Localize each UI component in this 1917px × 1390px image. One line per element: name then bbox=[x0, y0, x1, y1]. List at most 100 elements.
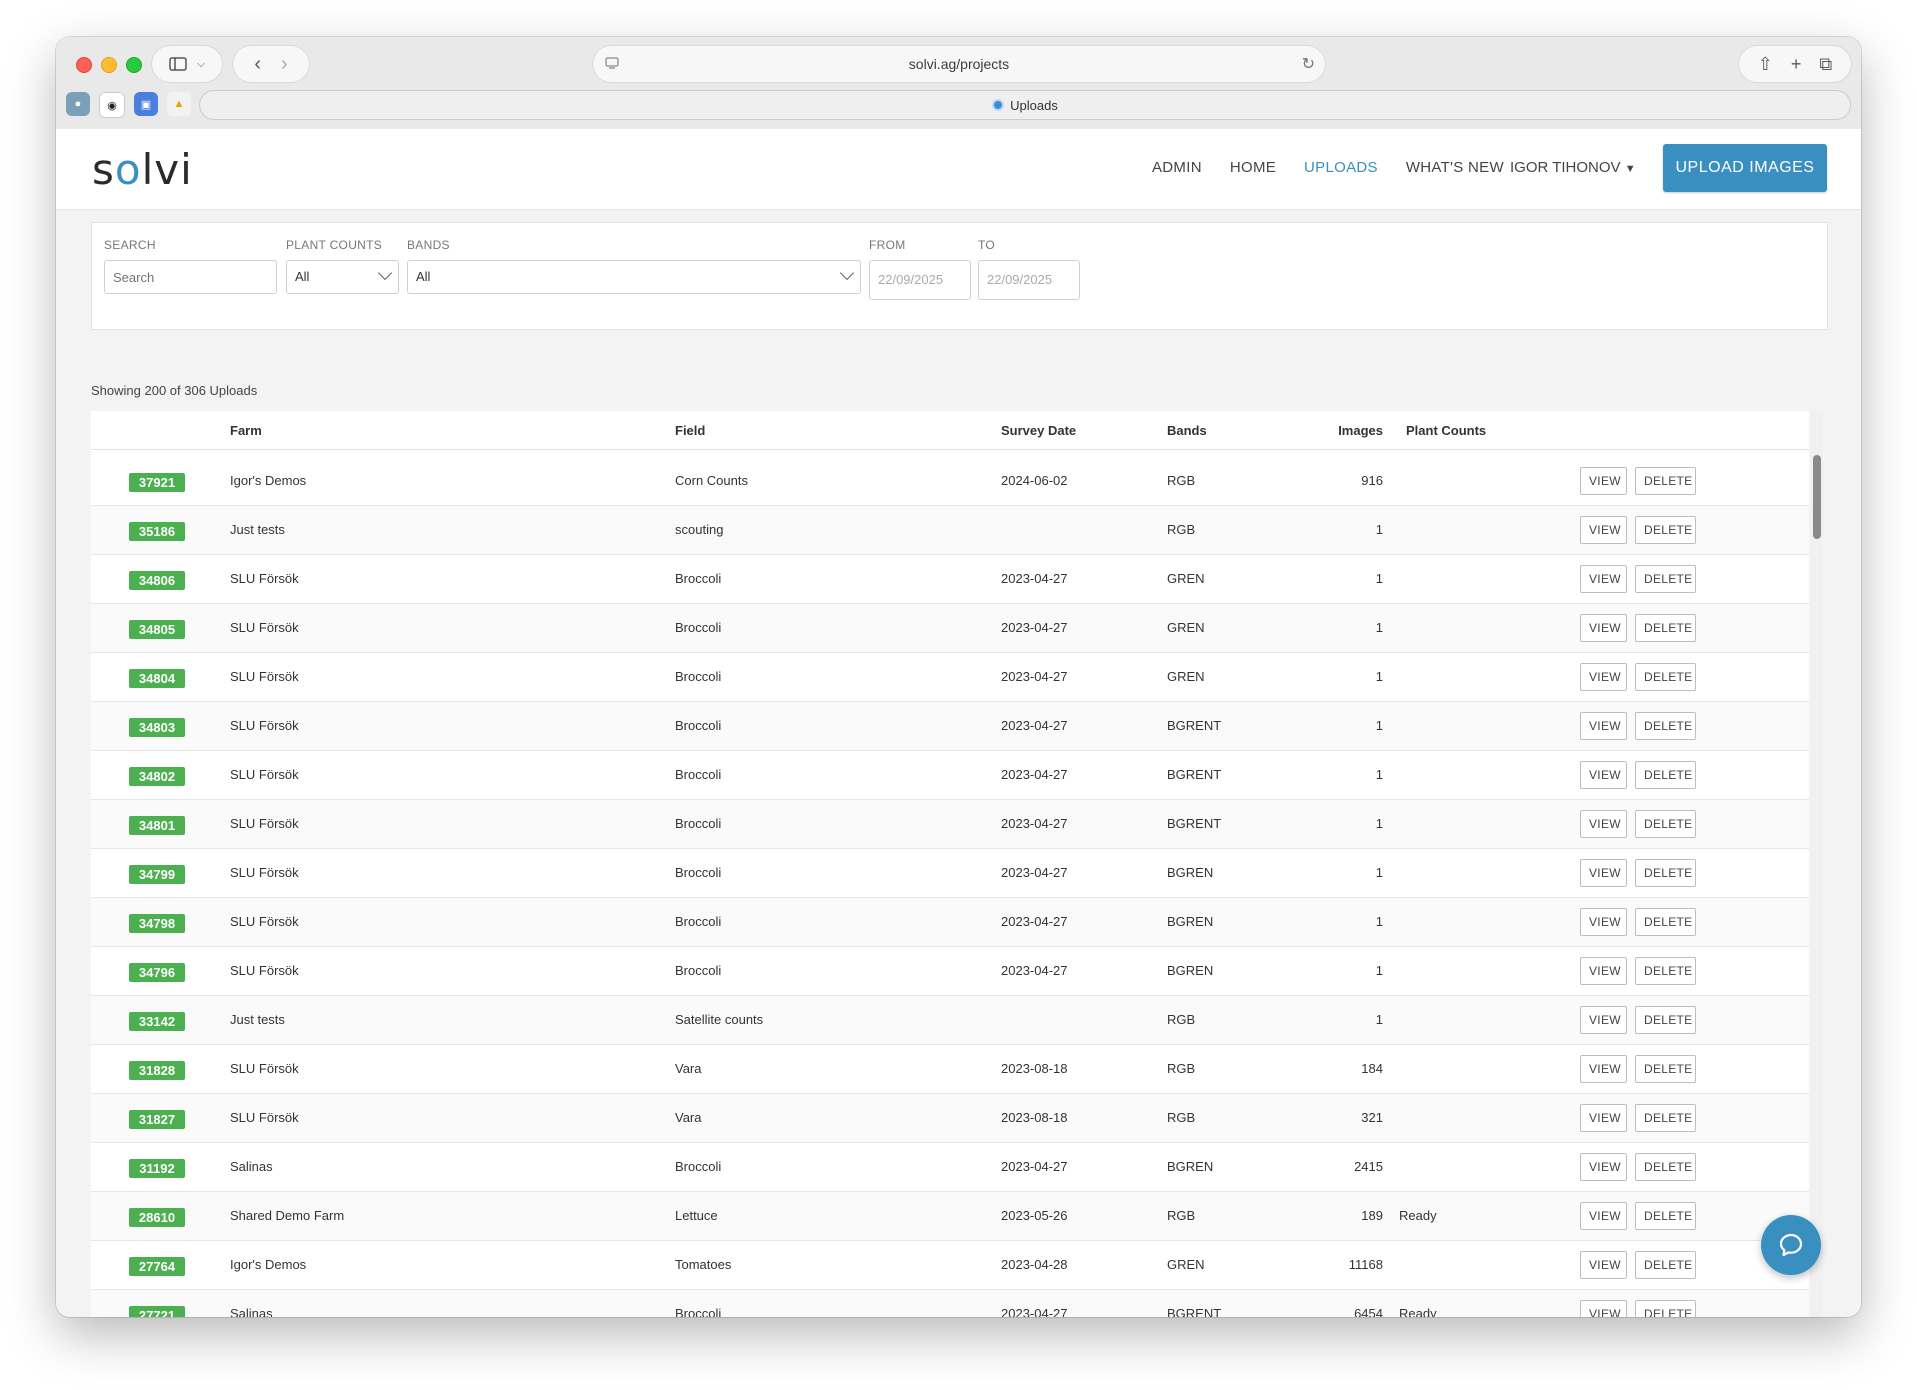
view-button[interactable]: VIEW bbox=[1580, 761, 1627, 789]
search-input[interactable] bbox=[104, 260, 277, 294]
view-button[interactable]: VIEW bbox=[1580, 1251, 1627, 1279]
field-cell: Satellite counts bbox=[675, 1012, 764, 1027]
delete-button[interactable]: DELETE bbox=[1635, 859, 1696, 887]
upload-id-badge: 34802 bbox=[129, 767, 185, 786]
view-button[interactable]: VIEW bbox=[1580, 1006, 1627, 1034]
bands-cell: RGB bbox=[1167, 1208, 1196, 1223]
table-body: 37921 Igor's Demos Corn Counts 2024-06-02 RG… bbox=[91, 457, 1809, 1317]
delete-button[interactable]: DELETE bbox=[1635, 810, 1696, 838]
support-chat-button[interactable] bbox=[1761, 1215, 1821, 1275]
new-tab-icon[interactable]: + bbox=[1791, 54, 1802, 75]
column-plant-counts[interactable]: Plant Counts bbox=[1406, 423, 1486, 438]
view-button[interactable]: VIEW bbox=[1580, 1104, 1627, 1132]
forward-icon[interactable]: › bbox=[281, 53, 288, 76]
user-menu[interactable]: IGOR TIHONOV ▼ bbox=[1510, 159, 1636, 176]
view-button[interactable]: VIEW bbox=[1580, 1055, 1627, 1083]
field-cell: Broccoli bbox=[675, 1159, 722, 1174]
delete-button[interactable]: DELETE bbox=[1635, 614, 1696, 642]
nav-uploads[interactable]: UPLOADS bbox=[1304, 159, 1378, 176]
upload-images-button[interactable]: UPLOAD IMAGES bbox=[1663, 144, 1827, 192]
delete-button[interactable]: DELETE bbox=[1635, 908, 1696, 936]
share-icon[interactable]: ⇧ bbox=[1758, 54, 1773, 75]
view-button[interactable]: VIEW bbox=[1580, 1202, 1627, 1230]
upload-id-badge: 31192 bbox=[129, 1159, 185, 1178]
solvi-logo[interactable]: solvi bbox=[92, 145, 193, 194]
survey-date-cell: 2023-08-18 bbox=[1001, 1110, 1068, 1125]
field-cell: Broccoli bbox=[675, 816, 722, 831]
upload-id-badge: 34799 bbox=[129, 865, 185, 884]
view-button[interactable]: VIEW bbox=[1580, 810, 1627, 838]
bands-cell: RGB bbox=[1167, 1061, 1196, 1076]
close-window-button[interactable] bbox=[76, 57, 92, 73]
github-icon[interactable]: ◉ bbox=[99, 92, 125, 118]
column-survey-date[interactable]: Survey Date bbox=[1001, 423, 1076, 438]
survey-date-cell: 2024-06-02 bbox=[1001, 473, 1068, 488]
delete-button[interactable]: DELETE bbox=[1635, 565, 1696, 593]
delete-button[interactable]: DELETE bbox=[1635, 1300, 1696, 1317]
delete-button[interactable]: DELETE bbox=[1635, 663, 1696, 691]
survey-date-cell: 2023-04-27 bbox=[1001, 767, 1068, 782]
column-images[interactable]: Images bbox=[1291, 423, 1383, 438]
column-field[interactable]: Field bbox=[675, 423, 705, 438]
site-settings-icon[interactable] bbox=[605, 56, 619, 70]
bands-cell: BGRENT bbox=[1167, 718, 1222, 733]
bands-cell: GREN bbox=[1167, 1257, 1205, 1272]
to-date-input[interactable]: 22/09/2025 bbox=[978, 260, 1080, 300]
nav-admin[interactable]: ADMIN bbox=[1152, 159, 1202, 176]
farm-cell: Shared Demo Farm bbox=[230, 1208, 345, 1223]
delete-button[interactable]: DELETE bbox=[1635, 1153, 1696, 1181]
view-button[interactable]: VIEW bbox=[1580, 957, 1627, 985]
delete-button[interactable]: DELETE bbox=[1635, 1055, 1696, 1083]
caret-down-icon: ▼ bbox=[1624, 163, 1636, 175]
nav-home[interactable]: HOME bbox=[1230, 159, 1276, 176]
from-date-input[interactable]: 22/09/2025 bbox=[869, 260, 971, 300]
minimize-window-button[interactable] bbox=[101, 57, 117, 73]
view-button[interactable]: VIEW bbox=[1580, 1300, 1627, 1317]
bands-cell: RGB bbox=[1167, 1012, 1196, 1027]
view-button[interactable]: VIEW bbox=[1580, 516, 1627, 544]
delete-button[interactable]: DELETE bbox=[1635, 712, 1696, 740]
delete-button[interactable]: DELETE bbox=[1635, 761, 1696, 789]
view-button[interactable]: VIEW bbox=[1580, 663, 1627, 691]
reload-icon[interactable]: ↻ bbox=[1302, 54, 1315, 74]
scrollbar-thumb[interactable] bbox=[1813, 455, 1821, 539]
images-cell: 189 bbox=[1361, 1208, 1383, 1223]
view-button[interactable]: VIEW bbox=[1580, 908, 1627, 936]
tab-overview-icon[interactable]: ⧉ bbox=[1819, 54, 1832, 75]
nav-whats-new[interactable]: WHAT'S NEW bbox=[1406, 159, 1504, 176]
column-farm[interactable]: Farm bbox=[230, 423, 262, 438]
view-button[interactable]: VIEW bbox=[1580, 712, 1627, 740]
column-bands[interactable]: Bands bbox=[1167, 423, 1207, 438]
maximize-window-button[interactable] bbox=[126, 57, 142, 73]
delete-button[interactable]: DELETE bbox=[1635, 957, 1696, 985]
address-bar[interactable]: solvi.ag/projects ↻ bbox=[593, 46, 1325, 82]
farm-cell: Just tests bbox=[230, 1012, 285, 1027]
view-button[interactable]: VIEW bbox=[1580, 859, 1627, 887]
field-cell: Vara bbox=[675, 1110, 702, 1125]
uploads-table: Farm Field Survey Date Bands Images Plan… bbox=[91, 411, 1809, 1317]
pinned-tab-icon[interactable]: ● bbox=[66, 92, 90, 116]
calendar-icon[interactable]: ▣ bbox=[134, 92, 158, 116]
view-button[interactable]: VIEW bbox=[1580, 467, 1627, 495]
bands-cell: BGREN bbox=[1167, 1159, 1214, 1174]
drive-icon[interactable]: ▲ bbox=[167, 92, 191, 116]
table-scrollbar[interactable] bbox=[1811, 411, 1823, 1317]
delete-button[interactable]: DELETE bbox=[1635, 1104, 1696, 1132]
view-button[interactable]: VIEW bbox=[1580, 1153, 1627, 1181]
delete-button[interactable]: DELETE bbox=[1635, 1251, 1696, 1279]
survey-date-cell: 2023-04-27 bbox=[1001, 571, 1068, 586]
delete-button[interactable]: DELETE bbox=[1635, 1202, 1696, 1230]
delete-button[interactable]: DELETE bbox=[1635, 467, 1696, 495]
upload-id-badge: 31827 bbox=[129, 1110, 185, 1129]
plant-counts-select[interactable]: All bbox=[286, 260, 399, 294]
back-icon[interactable]: ‹ bbox=[254, 53, 261, 76]
view-button[interactable]: VIEW bbox=[1580, 614, 1627, 642]
bands-select[interactable]: All bbox=[407, 260, 861, 294]
delete-button[interactable]: DELETE bbox=[1635, 516, 1696, 544]
view-button[interactable]: VIEW bbox=[1580, 565, 1627, 593]
table-row: 31827 SLU Försök Vara 2023-08-18 RGB 321 VIEW D… bbox=[91, 1094, 1809, 1143]
sidebar-toggle-button[interactable]: ⌵ bbox=[152, 46, 222, 82]
delete-button[interactable]: DELETE bbox=[1635, 1006, 1696, 1034]
survey-date-cell: 2023-08-18 bbox=[1001, 1061, 1068, 1076]
active-tab[interactable]: Uploads bbox=[200, 91, 1850, 119]
